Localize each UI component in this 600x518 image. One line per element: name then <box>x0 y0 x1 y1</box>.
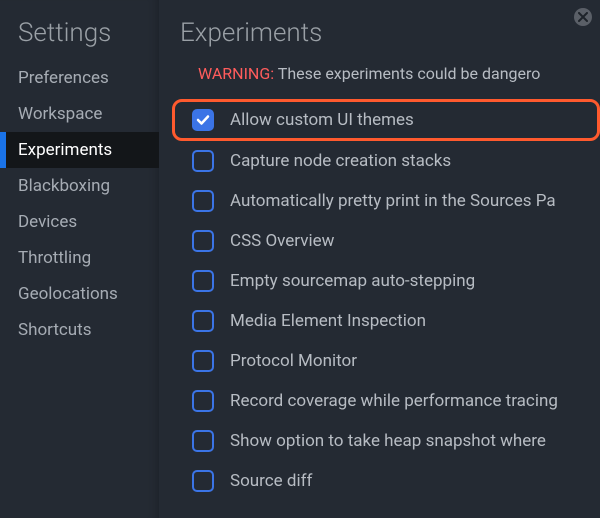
experiment-option-row[interactable]: Source diff <box>172 461 600 501</box>
experiment-checkbox[interactable] <box>192 350 214 372</box>
experiment-option-row[interactable]: Automatically pretty print in the Source… <box>172 181 600 221</box>
settings-main: Experiments WARNING: These experiments c… <box>160 0 600 518</box>
experiment-option-label: Source diff <box>230 471 312 491</box>
sidebar-item-geolocations[interactable]: Geolocations <box>0 276 159 312</box>
sidebar-item-label: Workspace <box>18 104 102 124</box>
sidebar-title: Settings <box>0 18 159 60</box>
close-icon <box>578 12 588 22</box>
experiment-checkbox[interactable] <box>192 310 214 332</box>
page-title: Experiments <box>160 18 600 64</box>
warning-line: WARNING: These experiments could be dang… <box>160 64 600 99</box>
experiment-option-row[interactable]: Show option to take heap snapshot where <box>172 421 600 461</box>
sidebar-item-devices[interactable]: Devices <box>0 204 159 240</box>
sidebar-item-label: Shortcuts <box>18 320 92 340</box>
experiment-option-row[interactable]: Protocol Monitor <box>172 341 600 381</box>
experiment-checkbox[interactable] <box>192 270 214 292</box>
experiments-options-list: Allow custom UI themes Capture node creat… <box>160 99 600 501</box>
experiment-option-label: Capture node creation stacks <box>230 151 451 171</box>
experiment-option-row[interactable]: Empty sourcemap auto-stepping <box>172 261 600 301</box>
warning-label: WARNING: <box>198 64 274 83</box>
experiment-option-label: Allow custom UI themes <box>230 110 414 130</box>
sidebar-item-shortcuts[interactable]: Shortcuts <box>0 312 159 348</box>
experiment-checkbox[interactable] <box>192 190 214 212</box>
warning-text: These experiments could be dangero <box>278 64 541 83</box>
sidebar-item-experiments[interactable]: Experiments <box>0 132 159 168</box>
experiment-option-row[interactable]: CSS Overview <box>172 221 600 261</box>
sidebar-item-workspace[interactable]: Workspace <box>0 96 159 132</box>
experiment-checkbox[interactable] <box>192 150 214 172</box>
sidebar-item-label: Blackboxing <box>18 176 110 196</box>
experiment-checkbox[interactable] <box>192 230 214 252</box>
sidebar-item-label: Preferences <box>18 68 109 88</box>
experiment-checkbox[interactable] <box>192 109 214 131</box>
experiment-checkbox[interactable] <box>192 390 214 412</box>
settings-sidebar: Settings Preferences Workspace Experiments… <box>0 0 160 518</box>
sidebar-item-label: Devices <box>18 212 77 232</box>
sidebar-item-throttling[interactable]: Throttling <box>0 240 159 276</box>
sidebar-item-blackboxing[interactable]: Blackboxing <box>0 168 159 204</box>
experiment-option-row[interactable]: Media Element Inspection <box>172 301 600 341</box>
checkmark-icon <box>196 113 210 127</box>
experiment-option-label: Empty sourcemap auto-stepping <box>230 271 475 291</box>
experiment-option-label: Protocol Monitor <box>230 351 357 371</box>
experiment-option-row[interactable]: Record coverage while performance tracin… <box>172 381 600 421</box>
experiment-option-label: Record coverage while performance tracin… <box>230 391 558 411</box>
experiment-checkbox[interactable] <box>192 430 214 452</box>
experiment-option-row[interactable]: Allow custom UI themes <box>172 99 600 141</box>
sidebar-item-preferences[interactable]: Preferences <box>0 60 159 96</box>
experiment-option-label: Media Element Inspection <box>230 311 426 331</box>
experiment-checkbox[interactable] <box>192 470 214 492</box>
sidebar-item-label: Throttling <box>18 248 91 268</box>
experiment-option-label: Show option to take heap snapshot where <box>230 431 546 451</box>
sidebar-item-label: Experiments <box>18 140 112 160</box>
experiment-option-label: Automatically pretty print in the Source… <box>230 191 556 211</box>
close-button[interactable] <box>574 8 592 26</box>
experiment-option-label: CSS Overview <box>230 231 334 251</box>
experiment-option-row[interactable]: Capture node creation stacks <box>172 141 600 181</box>
sidebar-item-label: Geolocations <box>18 284 118 304</box>
